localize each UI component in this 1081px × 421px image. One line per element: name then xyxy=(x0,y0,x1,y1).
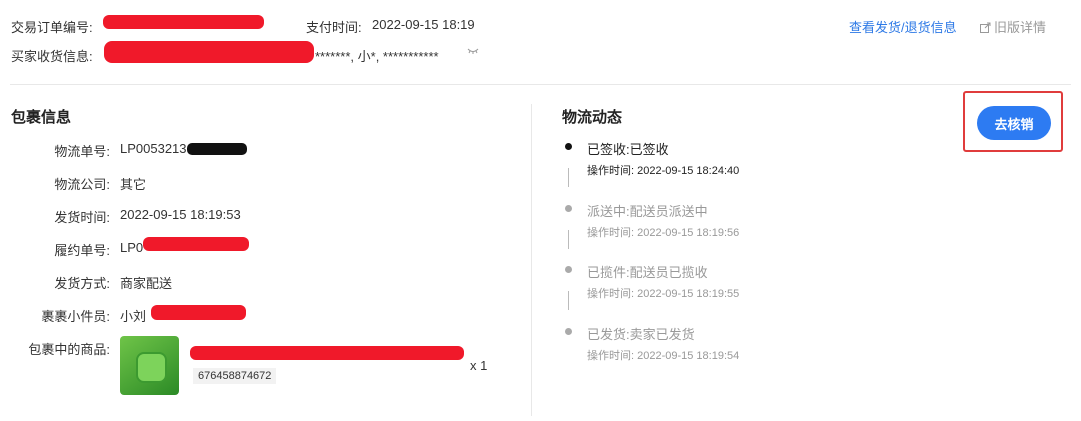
pay-time-label: 支付时间: xyxy=(306,20,362,35)
buyer-info-label: 买家收货信息: xyxy=(11,49,93,64)
buyer-info-masked: *******, 小*, *********** xyxy=(315,49,439,64)
app-icon xyxy=(136,352,167,383)
section-divider xyxy=(531,104,532,416)
view-shipping-return-link[interactable]: 查看发货/退货信息 xyxy=(849,17,957,36)
old-detail-link[interactable]: 旧版详情 xyxy=(980,17,1046,36)
courier-value: 小刘 xyxy=(120,309,147,324)
event-title-signed: 已签收:已签收 xyxy=(587,142,669,157)
fulfillment-no-redaction xyxy=(143,237,249,251)
fulfillment-no-label: 履约单号: xyxy=(54,243,110,258)
external-link-icon xyxy=(980,22,991,33)
delivery-method-label: 发货方式: xyxy=(54,276,110,291)
timeline-line xyxy=(568,291,569,310)
pay-time-value: 2022-09-15 18:19 xyxy=(372,17,475,32)
timeline-line xyxy=(568,168,569,187)
event-title-picked-up: 已揽件:配送员已揽收 xyxy=(587,265,708,280)
order-no-label: 交易订单编号: xyxy=(11,20,93,35)
timeline-dot xyxy=(565,328,572,335)
goods-label: 包裹中的商品: xyxy=(28,342,110,357)
event-time-picked-up: 操作时间: 2022-09-15 18:19:55 xyxy=(587,288,740,300)
logistics-title: 物流动态 xyxy=(562,109,623,126)
tracking-no-label: 物流单号: xyxy=(54,144,110,159)
courier-label: 裹裹小件员: xyxy=(41,309,110,324)
fulfillment-no-value: LP0 xyxy=(120,240,144,255)
timeline-dot xyxy=(565,266,572,273)
order-no-redaction xyxy=(103,15,264,29)
event-time-shipped: 操作时间: 2022-09-15 18:19:54 xyxy=(587,350,740,362)
verify-button[interactable]: 去核销 xyxy=(977,106,1051,140)
header-divider xyxy=(10,84,1071,85)
logistics-company-value: 其它 xyxy=(120,177,147,192)
event-title-delivering: 派送中:配送员派送中 xyxy=(587,204,708,219)
buyer-info-redaction xyxy=(104,41,314,63)
product-thumbnail[interactable] xyxy=(120,336,179,395)
ship-time-label: 发货时间: xyxy=(54,210,110,225)
eye-closed-icon[interactable] xyxy=(467,47,479,55)
timeline-line xyxy=(568,230,569,249)
tracking-no-redaction xyxy=(187,143,247,155)
logistics-company-label: 物流公司: xyxy=(54,177,110,192)
product-sku: 676458874672 xyxy=(193,368,277,384)
timeline-dot-active xyxy=(565,143,572,150)
ship-time-value: 2022-09-15 18:19:53 xyxy=(120,207,241,222)
event-time-delivering: 操作时间: 2022-09-15 18:19:56 xyxy=(587,227,740,239)
tracking-no-value: LP0053213 xyxy=(120,141,187,156)
product-title-redaction xyxy=(190,346,464,360)
courier-redaction xyxy=(151,305,246,320)
timeline-dot xyxy=(565,205,572,212)
delivery-method-value: 商家配送 xyxy=(120,276,173,291)
product-quantity: x 1 xyxy=(470,358,488,373)
event-time-signed: 操作时间: 2022-09-15 18:24:40 xyxy=(587,165,740,177)
old-detail-label: 旧版详情 xyxy=(994,20,1047,35)
package-info-title: 包裹信息 xyxy=(11,109,72,126)
event-title-shipped: 已发货:卖家已发货 xyxy=(587,327,695,342)
